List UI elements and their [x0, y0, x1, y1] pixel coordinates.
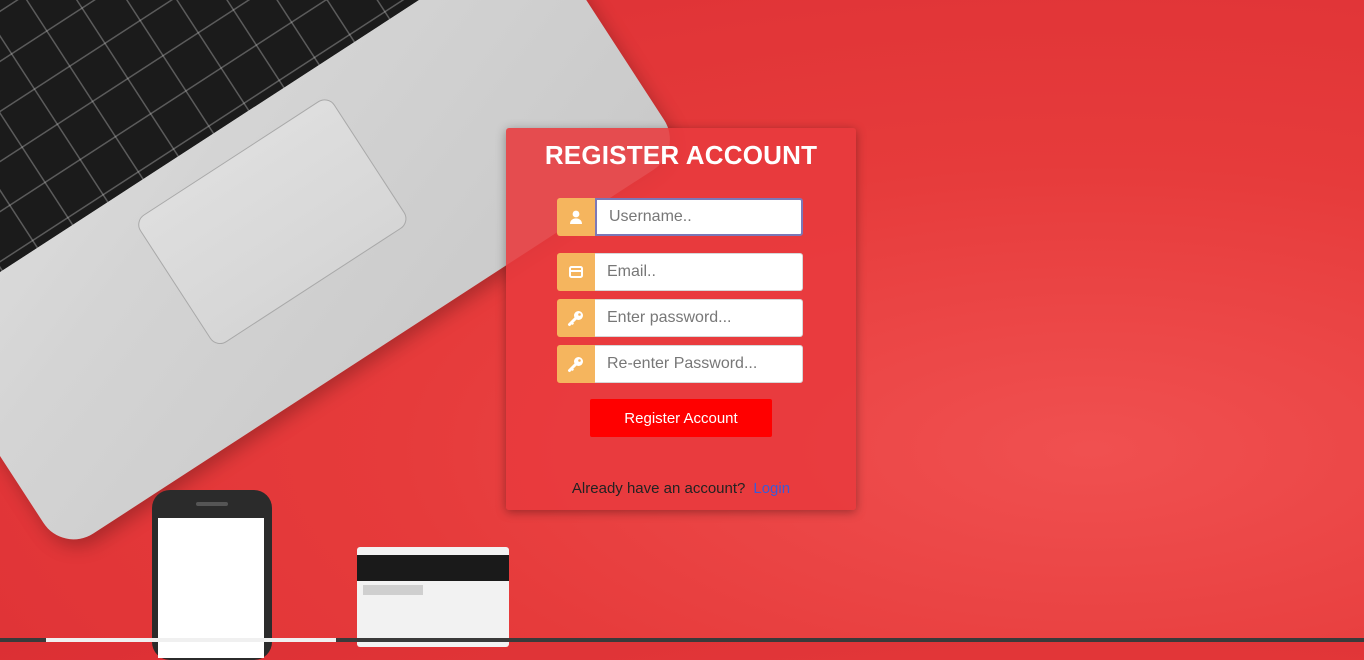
username-input[interactable]	[595, 198, 803, 236]
phone-image	[152, 490, 272, 660]
email-input[interactable]	[595, 253, 803, 291]
card-signature-area	[363, 585, 423, 595]
confirm-password-input[interactable]	[595, 345, 803, 383]
username-field-group	[557, 198, 803, 236]
card-magnetic-strip	[357, 555, 509, 581]
login-link[interactable]: Login	[753, 480, 790, 497]
phone-screen	[158, 518, 264, 658]
email-field-group	[557, 253, 803, 291]
envelope-icon	[557, 253, 595, 291]
password-input[interactable]	[595, 299, 803, 337]
password-field-group	[557, 299, 803, 337]
bottom-bar	[0, 638, 1364, 642]
key-icon	[557, 345, 595, 383]
login-prompt-text: Already have an account?	[571, 480, 746, 497]
confirm-password-field-group	[557, 345, 803, 383]
key-icon	[557, 299, 595, 337]
register-panel: REGISTER ACCOUNT Register Account Alread…	[506, 128, 856, 510]
credit-card-image	[357, 547, 509, 647]
login-prompt: Already have an account? Login	[506, 480, 856, 497]
user-icon	[557, 198, 595, 236]
page-title: REGISTER ACCOUNT	[544, 140, 818, 170]
bottom-bar-segment	[46, 638, 336, 642]
register-account-button[interactable]: Register Account	[590, 399, 772, 437]
phone-speaker	[196, 502, 228, 506]
